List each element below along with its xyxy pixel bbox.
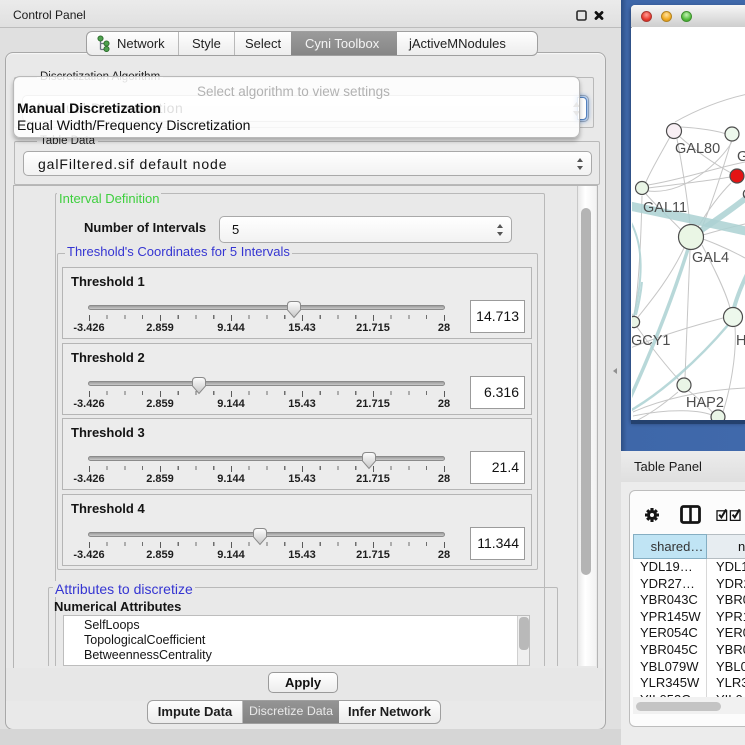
svg-text:G.: G.	[737, 149, 745, 165]
svg-text:HAP2: HAP2	[686, 395, 724, 411]
svg-text:GCY1: GCY1	[632, 333, 671, 349]
svg-text:GAL11: GAL11	[643, 200, 687, 216]
svg-text:H: H	[736, 333, 745, 349]
svg-text:GAL80: GAL80	[675, 141, 720, 157]
svg-text:GAL4: GAL4	[692, 250, 729, 266]
